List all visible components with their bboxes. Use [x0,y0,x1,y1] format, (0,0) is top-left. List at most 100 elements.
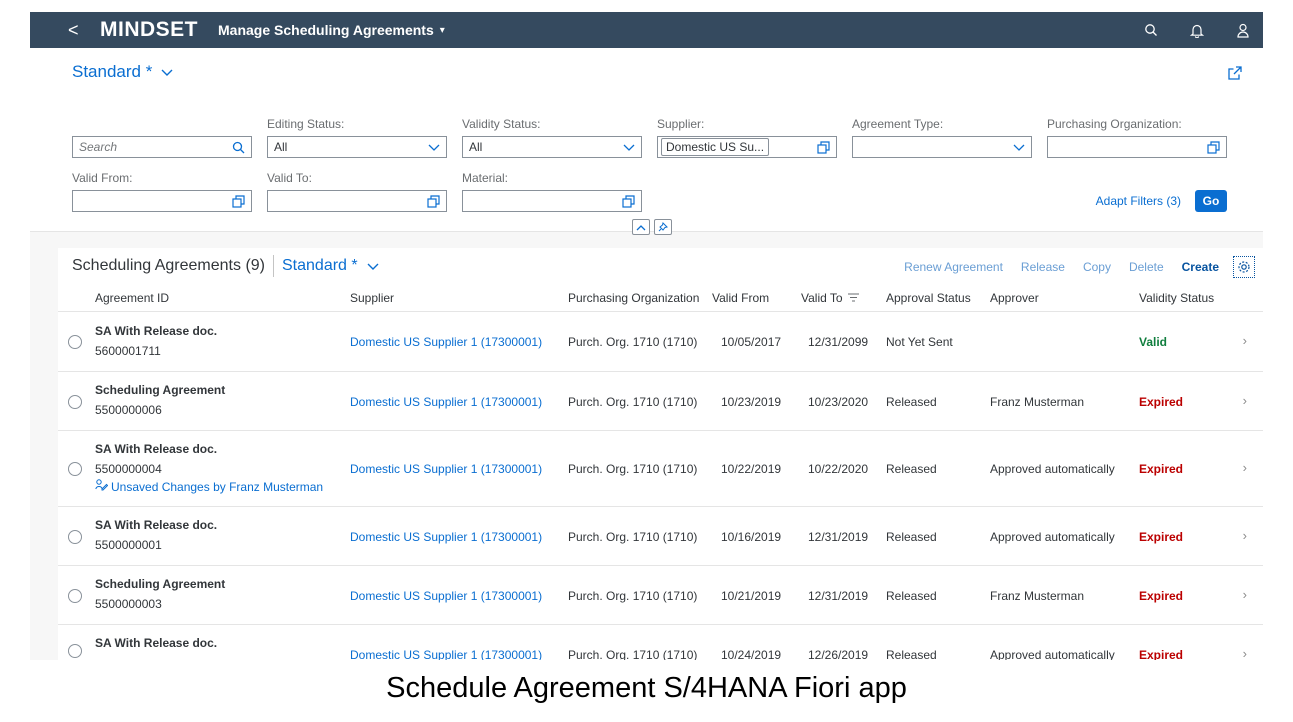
table-row[interactable]: SA With Release doc. 5500000004 Unsaved … [58,431,1263,507]
release-button[interactable]: Release [1021,260,1065,274]
row-navigation-chevron-icon[interactable]: › [1243,646,1247,660]
supplier-link[interactable]: Domestic US Supplier 1 (17300001) [350,335,542,349]
chevron-down-icon[interactable] [366,261,380,271]
validity-status-value: Expired [1139,395,1184,409]
app-title-menu[interactable]: Manage Scheduling Agreements [218,22,434,38]
adapt-filters-button[interactable]: Adapt Filters (3) [1096,194,1181,208]
row-navigation-chevron-icon[interactable]: › [1243,393,1247,408]
share-icon[interactable] [1227,65,1243,86]
material-label: Material: [462,171,509,185]
column-valid-from[interactable]: Valid From [712,291,769,305]
chevron-down-icon[interactable] [428,143,440,151]
supplier-link[interactable]: Domestic US Supplier 1 (17300001) [350,395,542,409]
chevron-down-icon[interactable] [1013,143,1025,151]
column-approval-status[interactable]: Approval Status [886,291,971,305]
agreement-id: 5500000004 [95,462,162,476]
table-toolbar: Scheduling Agreements (9) Standard * Ren… [58,248,1263,284]
validity-status-select[interactable]: All [462,136,642,158]
row-navigation-chevron-icon[interactable]: › [1243,528,1247,543]
row-select-radio[interactable] [68,335,82,349]
validity-status-value: Expired [1139,530,1184,544]
editing-status-select[interactable]: All [267,136,447,158]
row-navigation-chevron-icon[interactable]: › [1243,587,1247,602]
supplier-multi-input[interactable]: Domestic US Su... [657,136,837,158]
variant-selector[interactable]: Standard * [72,62,152,82]
column-valid-to[interactable]: Valid To [801,291,859,305]
column-validity-status[interactable]: Validity Status [1139,291,1214,305]
search-icon[interactable] [1143,22,1159,38]
search-input[interactable]: Search [72,136,252,158]
valid-to-input[interactable] [267,190,447,212]
material-input[interactable] [462,190,642,212]
delete-button[interactable]: Delete [1129,260,1164,274]
back-button[interactable]: < [68,20,94,41]
table-variant-selector[interactable]: Standard * [282,257,358,275]
chevron-down-icon[interactable] [623,143,635,151]
user-edit-icon [95,479,109,494]
row-select-radio[interactable] [68,589,82,603]
shell-bar: < MINDSET Manage Scheduling Agreements ▾ [30,12,1263,48]
valid-from-input[interactable] [72,190,252,212]
agreement-type-select[interactable] [852,136,1032,158]
go-button[interactable]: Go [1195,190,1227,212]
value-help-icon[interactable] [232,194,245,208]
valid-from-label: Valid From: [72,171,133,185]
user-profile-icon[interactable] [1235,22,1251,38]
row-navigation-chevron-icon[interactable]: › [1243,333,1247,348]
valid-from-value: 10/23/2019 [721,395,782,409]
app-window: < MINDSET Manage Scheduling Agreements ▾… [30,12,1263,660]
column-agreement-id[interactable]: Agreement ID [95,291,169,305]
column-approver[interactable]: Approver [990,291,1039,305]
value-help-icon[interactable] [1207,140,1220,154]
table-row[interactable]: SA With Release doc. 5500000001 Domestic… [58,507,1263,566]
create-button[interactable]: Create [1182,260,1219,274]
app-title-caret-icon[interactable]: ▾ [440,25,445,36]
approval-status-value: Released [886,589,937,603]
supplier-link[interactable]: Domestic US Supplier 1 (17300001) [350,530,542,544]
table-row[interactable]: SA With Release doc. 5600001711 Domestic… [58,312,1263,372]
column-supplier[interactable]: Supplier [350,291,394,305]
approval-status-value: Not Yet Sent [886,335,953,349]
row-select-radio[interactable] [68,395,82,409]
supplier-link[interactable]: Domestic US Supplier 1 (17300001) [350,462,542,476]
supplier-label: Supplier: [657,117,705,131]
supplier-link[interactable]: Domestic US Supplier 1 (17300001) [350,589,542,603]
table-row[interactable]: SA With Release doc. Domestic US Supplie… [58,625,1263,660]
agreement-title: SA With Release doc. [95,442,218,456]
row-select-radio[interactable] [68,644,82,658]
valid-from-value: 10/16/2019 [721,530,782,544]
editing-status-label: Editing Status: [267,117,345,131]
value-help-icon[interactable] [622,194,635,208]
agreement-title: Scheduling Agreement [95,577,226,591]
supplier-token[interactable]: Domestic US Su... [661,138,770,156]
page-header: Standard * [30,48,1263,96]
supplier-link[interactable]: Domestic US Supplier 1 (17300001) [350,648,542,660]
value-help-icon[interactable] [427,194,440,208]
table-row[interactable]: Scheduling Agreement 5500000006 Domestic… [58,372,1263,431]
table-title: Scheduling Agreements (9) [72,257,265,274]
row-select-radio[interactable] [68,462,82,476]
table-settings-gear-icon[interactable] [1233,256,1255,278]
table-row[interactable]: Scheduling Agreement 5500000003 Domestic… [58,566,1263,625]
slide-caption: Schedule Agreement S/4HANA Fiori app [386,672,907,704]
row-select-radio[interactable] [68,530,82,544]
agreement-type-label: Agreement Type: [852,117,944,131]
agreement-title: SA With Release doc. [95,636,218,650]
renew-agreement-button[interactable]: Renew Agreement [904,260,1003,274]
agreement-title: Scheduling Agreement [95,383,226,397]
approver-value: Approved automatically [990,530,1115,544]
chevron-down-icon[interactable] [160,67,174,77]
pin-header-icon[interactable] [654,219,672,235]
row-navigation-chevron-icon[interactable]: › [1243,460,1247,475]
purchasing-org-input[interactable] [1047,136,1227,158]
copy-button[interactable]: Copy [1083,260,1111,274]
value-help-icon[interactable] [817,140,830,154]
unsaved-changes-link[interactable]: Unsaved Changes by Franz Musterman [95,479,323,494]
scheduling-agreements-table: Scheduling Agreements (9) Standard * Ren… [58,248,1263,660]
column-purchasing-org[interactable]: Purchasing Organization [568,291,699,305]
collapse-header-icon[interactable] [632,219,650,235]
notifications-bell-icon[interactable] [1189,22,1205,38]
table-header-row: Agreement ID Supplier Purchasing Organiz… [58,284,1263,312]
search-icon[interactable] [232,141,245,154]
approval-status-value: Released [886,648,937,660]
